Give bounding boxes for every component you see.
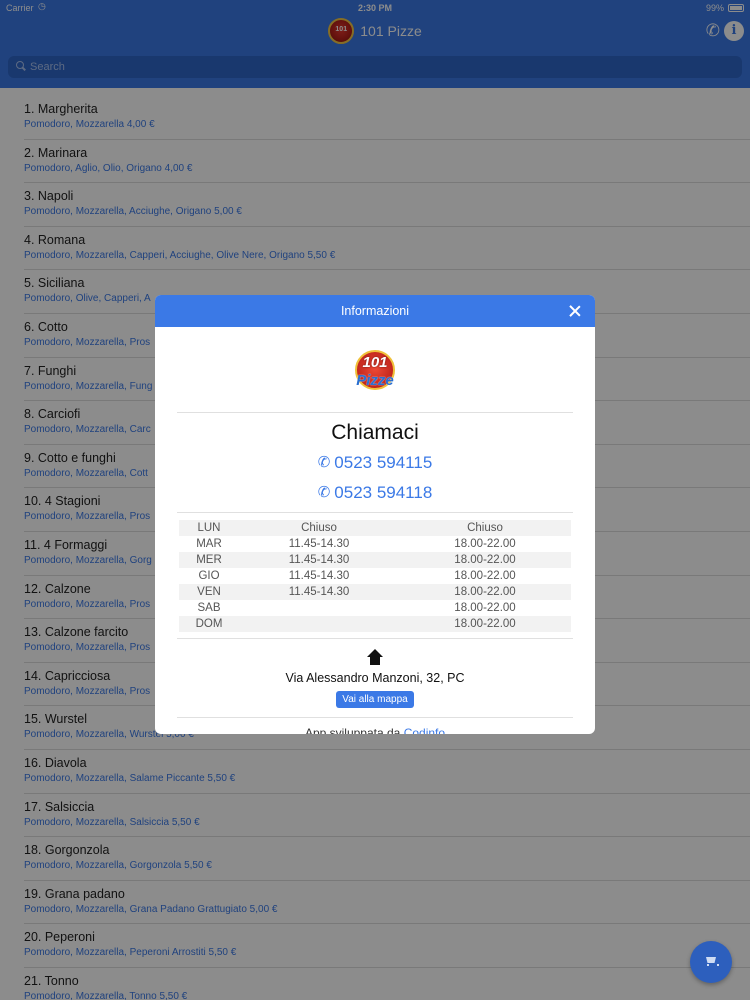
phone-link-1[interactable]: ✆ 0523 594115 [177, 453, 573, 473]
hours-row: LUN Chiuso Chiuso [179, 520, 571, 536]
day-label: DOM [195, 618, 223, 630]
day-label: MAR [196, 538, 222, 550]
hours-table: LUN Chiuso Chiuso MAR 11.45-14.30 18.00-22.00… [179, 520, 571, 632]
opening-hours: LUN Chiuso Chiuso MAR 11.45-14.30 18.00-22.00… [177, 512, 573, 632]
hours-row: SAB 18.00-22.00 [179, 600, 571, 616]
day-label: LUN [197, 522, 221, 534]
info-modal: Informazioni 101 Pizze Chiamaci ✆ 0523 5… [155, 295, 595, 734]
phone-link-2[interactable]: ✆ 0523 594118 [177, 483, 573, 503]
dinner-hours: 18.00-22.00 [454, 538, 516, 550]
dinner-hours: 18.00-22.00 [454, 602, 516, 614]
credit-prefix: App sviluppata da [304, 726, 404, 734]
cart-icon [705, 956, 719, 966]
developer-link[interactable]: Codinfo [404, 726, 445, 734]
address-block: Via Alessandro Manzoni, 32, PC Vai alla … [177, 638, 573, 708]
lunch-hours: 11.45-14.30 [288, 586, 350, 598]
hours-row: MAR 11.45-14.30 18.00-22.00 [179, 536, 571, 552]
lunch-hours: 11.45-14.30 [288, 570, 350, 582]
modal-title: Informazioni [340, 304, 410, 318]
logo-number: 101 [362, 354, 388, 371]
day-label: SAB [197, 602, 221, 614]
call-heading: Chiamaci [331, 421, 419, 444]
lunch-hours: 11.45-14.30 [288, 554, 350, 566]
phone-number-1: 0523 594115 [334, 453, 433, 472]
lunch-hours [239, 600, 399, 616]
address-text: Via Alessandro Manzoni, 32, PC [285, 671, 465, 685]
lunch-hours: Chiuso [301, 522, 337, 534]
hours-row: VEN 11.45-14.30 18.00-22.00 [179, 584, 571, 600]
hours-row: MER 11.45-14.30 18.00-22.00 [179, 552, 571, 568]
home-icon [367, 649, 383, 665]
app-screen: Carrier ◷ 2:30 PM 99% 101 101 Pizze ✆ i … [0, 0, 750, 1000]
close-icon[interactable] [567, 303, 583, 319]
dinner-hours: 18.00-22.00 [454, 554, 516, 566]
developer-credit: App sviluppata da Codinfo [177, 717, 573, 734]
divider [177, 412, 573, 413]
phone-number-2: 0523 594118 [334, 483, 433, 502]
phone-icon: ✆ [317, 454, 331, 471]
modal-header: Informazioni [155, 295, 595, 327]
logo-word: Pizze [356, 372, 394, 389]
hours-row: GIO 11.45-14.30 18.00-22.00 [179, 568, 571, 584]
lunch-hours [239, 616, 399, 632]
dinner-hours: 18.00-22.00 [454, 570, 516, 582]
phone-icon: ✆ [317, 484, 331, 501]
cart-button[interactable] [690, 941, 732, 983]
dinner-hours: 18.00-22.00 [454, 618, 516, 630]
modal-body: 101 Pizze Chiamaci ✆ 0523 594115 ✆ 0523 … [155, 350, 595, 734]
open-map-button[interactable]: Vai alla mappa [336, 691, 414, 708]
day-label: VEN [197, 586, 221, 598]
dinner-hours: Chiuso [467, 522, 503, 534]
dinner-hours: 18.00-22.00 [454, 586, 516, 598]
pizzeria-logo: 101 Pizze [347, 350, 403, 398]
day-label: MER [196, 554, 222, 566]
lunch-hours: 11.45-14.30 [288, 538, 350, 550]
hours-row: DOM 18.00-22.00 [179, 616, 571, 632]
day-label: GIO [198, 570, 220, 582]
